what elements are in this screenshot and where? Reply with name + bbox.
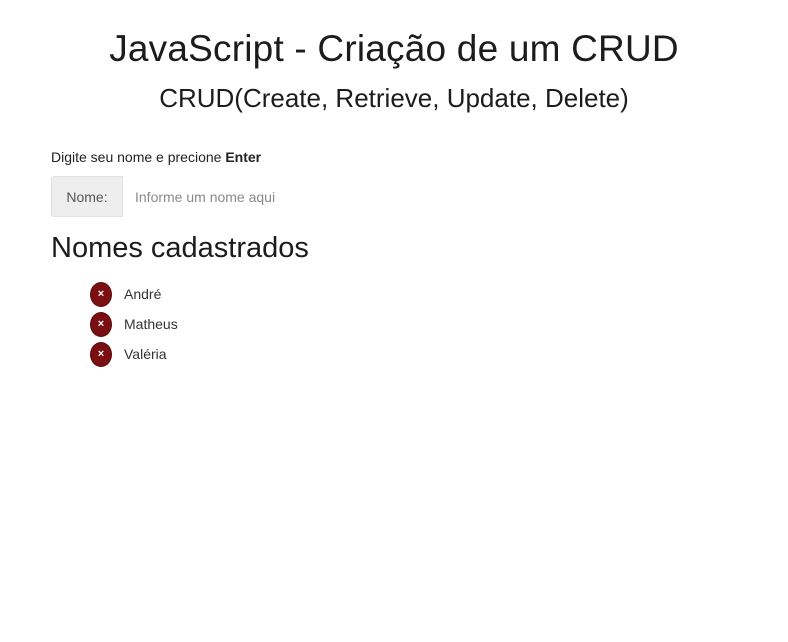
list-title: Nomes cadastrados [51,232,309,264]
instruction-key: Enter [225,149,262,165]
name-label: Nome: [51,176,123,217]
list-item: × Valéria [90,339,178,369]
list-item: × André [90,279,178,309]
name-list: × André × Matheus × Valéria [90,279,178,369]
remove-icon[interactable]: × [90,341,112,367]
page: JavaScript - Criação de um CRUD CRUD(Cre… [0,0,788,642]
name-input-group: Nome: [51,176,447,217]
page-title: JavaScript - Criação de um CRUD [109,28,679,69]
instruction-text: Digite seu nome e precione Enter [51,149,261,165]
name-input[interactable] [123,176,447,217]
list-item: × Matheus [90,309,178,339]
instruction-prefix: Digite seu nome e precione [51,149,226,165]
list-item-name: André [124,286,162,302]
page-subtitle: CRUD(Create, Retrieve, Update, Delete) [159,83,629,113]
remove-icon[interactable]: × [90,281,112,307]
remove-icon[interactable]: × [90,311,112,337]
list-item-name: Valéria [124,346,167,362]
list-item-name: Matheus [124,316,178,332]
